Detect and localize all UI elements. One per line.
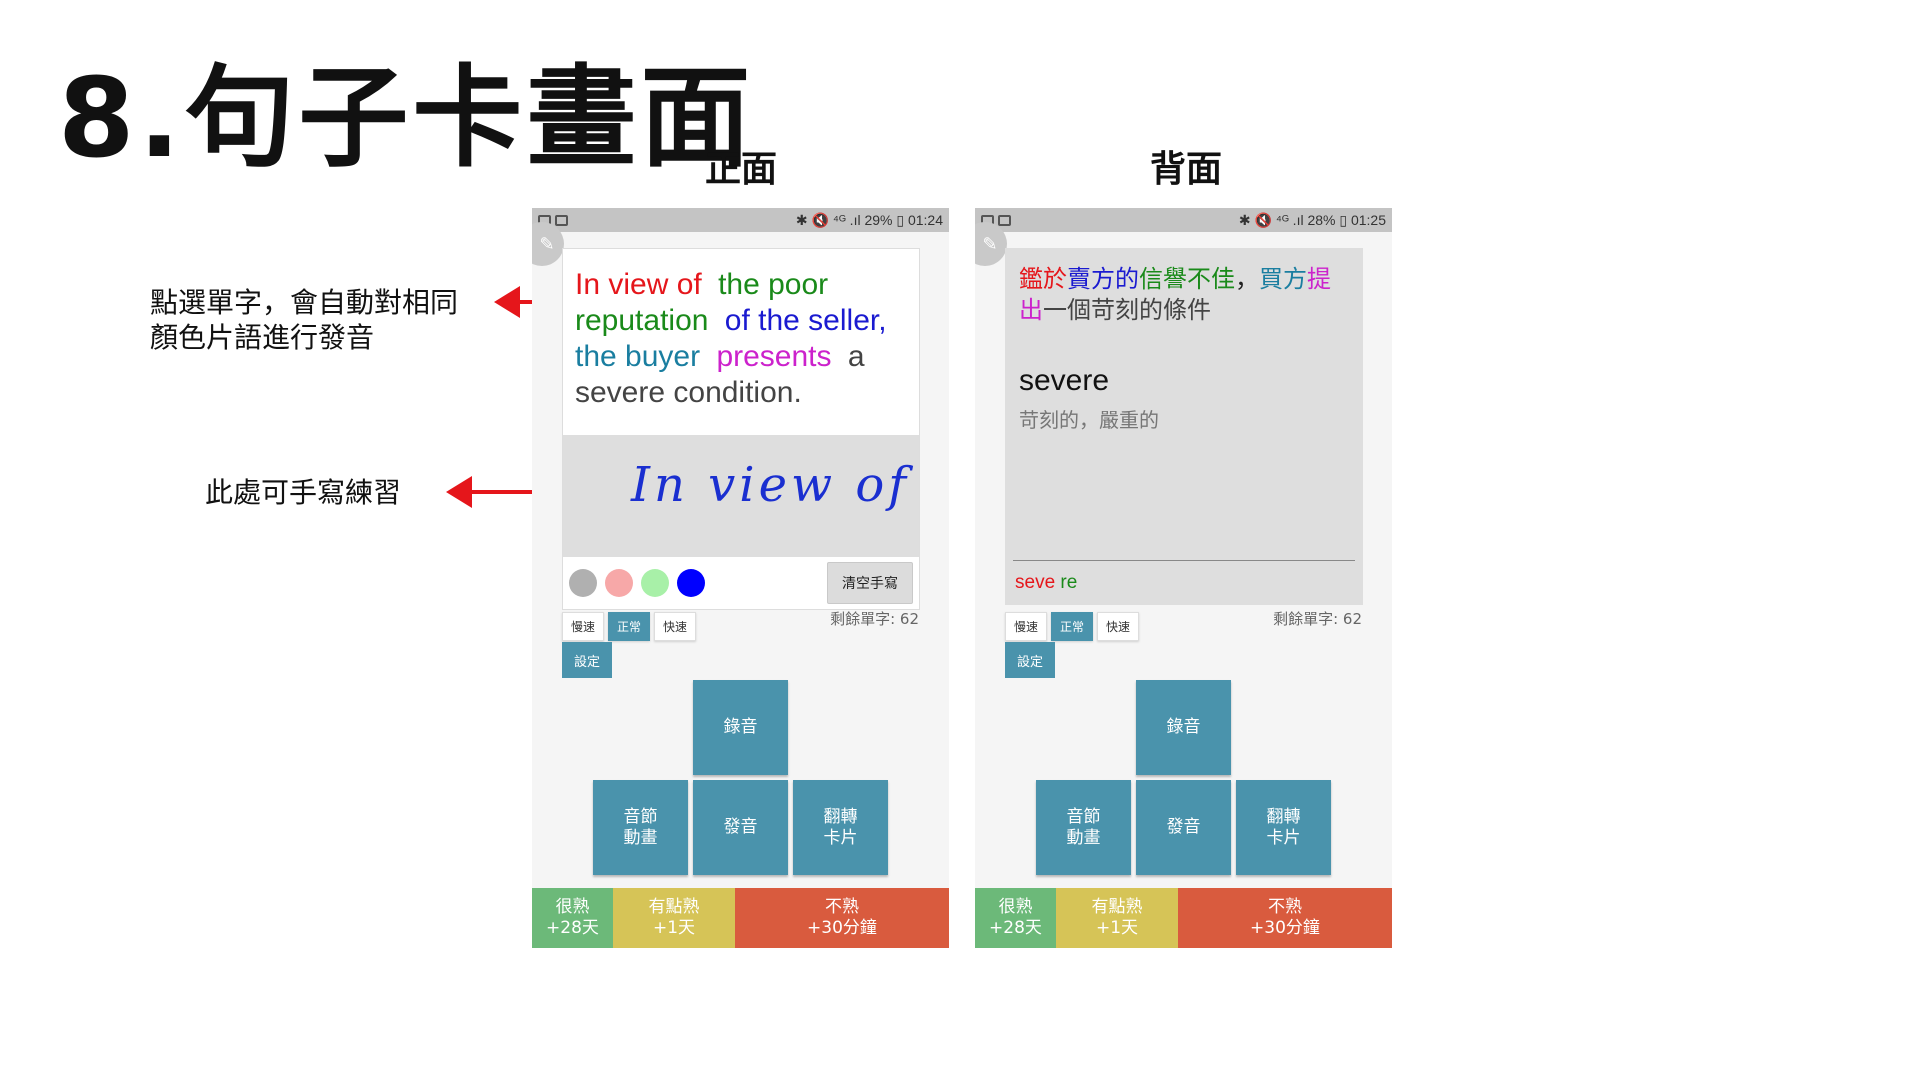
translation-part-0[interactable]: 鑑於 xyxy=(1019,265,1067,293)
grade-bar: 很熟 +28天 有點熟 +1天 不熟 +30分鐘 xyxy=(532,888,949,948)
phrase-2[interactable]: of the seller, xyxy=(725,304,887,337)
clear-handwriting-button[interactable]: 清空手寫 xyxy=(827,562,913,604)
pronounce-button[interactable]: 發音 xyxy=(693,780,788,875)
note-tap-word: 點選單字，會自動對相同 顏色片語進行發音 xyxy=(150,286,459,354)
speed-fast-button[interactable]: 快速 xyxy=(1097,612,1140,641)
translation-part-4[interactable]: 買方 xyxy=(1259,265,1307,293)
phone-front: ✱ 🔇 ⁴ᴳ .ıl 29% ▯ 01:24 ✎ In view of the … xyxy=(532,208,949,948)
phrase-4[interactable]: presents xyxy=(716,340,831,373)
settings-button[interactable]: 設定 xyxy=(562,642,612,678)
speed-normal-button[interactable]: 正常 xyxy=(1051,612,1094,641)
translation-text[interactable]: 鑑於賣方的信譽不佳，買方提出一個苛刻的條件 xyxy=(1005,248,1363,326)
syllable-animation-button[interactable]: 音節 動畫 xyxy=(1036,780,1131,875)
translation-part-6[interactable]: 一個苛刻的條件 xyxy=(1043,296,1211,324)
note-handwrite: 此處可手寫練習 xyxy=(205,476,402,509)
record-button[interactable]: 錄音 xyxy=(1136,680,1231,775)
status-right: ✱ 🔇 ⁴ᴳ .ıl 29% ▯ 01:24 xyxy=(795,211,943,228)
speed-normal-button[interactable]: 正常 xyxy=(608,612,651,641)
translation-part-3[interactable]: ， xyxy=(1235,265,1259,293)
pen-color-0[interactable] xyxy=(569,569,597,597)
vocab-word: severe xyxy=(1019,364,1110,397)
phone-back: ✱ 🔇 ⁴ᴳ .ıl 28% ▯ 01:25 ✎ 鑑於賣方的信譽不佳，買方提出一… xyxy=(975,208,1392,948)
speed-slow-button[interactable]: 慢速 xyxy=(562,612,605,641)
syllable-1: re xyxy=(1060,572,1078,593)
settings-button[interactable]: 設定 xyxy=(1005,642,1055,678)
status-bar: ✱ 🔇 ⁴ᴳ .ıl 28% ▯ 01:25 xyxy=(975,208,1392,232)
translation-part-1[interactable]: 賣方的 xyxy=(1067,265,1139,293)
sentence-text[interactable]: In view of the poor reputation of the se… xyxy=(563,249,919,435)
translation-part-2[interactable]: 信譽不佳 xyxy=(1139,265,1235,293)
grade-medium-button[interactable]: 有點熟 +1天 xyxy=(613,888,735,948)
status-right: ✱ 🔇 ⁴ᴳ .ıl 28% ▯ 01:25 xyxy=(1238,211,1386,228)
phrase-0[interactable]: In view of xyxy=(575,268,702,301)
back-label: 背面 xyxy=(1150,148,1223,190)
syllables: seve re xyxy=(1015,572,1077,594)
front-label: 正面 xyxy=(705,148,778,190)
grade-medium-button[interactable]: 有點熟 +1天 xyxy=(1056,888,1178,948)
speed-row: 慢速 正常 快速 xyxy=(1005,612,1140,641)
sentence-card: In view of the poor reputation of the se… xyxy=(562,248,920,610)
status-bar: ✱ 🔇 ⁴ᴳ .ıl 29% ▯ 01:24 xyxy=(532,208,949,232)
pen-color-2[interactable] xyxy=(641,569,669,597)
slide-title: 8.句子卡畫面 xyxy=(58,54,755,182)
speed-slow-button[interactable]: 慢速 xyxy=(1005,612,1048,641)
remaining-count: 剩餘單字: 62 xyxy=(830,610,919,628)
handwriting-stroke: In view of xyxy=(631,457,911,513)
syllable-0: seve xyxy=(1015,572,1061,593)
vocab-meaning: 苛刻的，嚴重的 xyxy=(1019,408,1159,432)
grade-hard-button[interactable]: 不熟 +30分鐘 xyxy=(735,888,949,948)
slide: 8.句子卡畫面 正面 背面 點選單字，會自動對相同 顏色片語進行發音 此處可手寫… xyxy=(0,0,1920,1080)
remaining-count: 剩餘單字: 62 xyxy=(1273,610,1362,628)
pen-color-1[interactable] xyxy=(605,569,633,597)
pen-toolbar: 清空手寫 xyxy=(563,557,919,609)
record-button[interactable]: 錄音 xyxy=(693,680,788,775)
grade-easy-button[interactable]: 很熟 +28天 xyxy=(532,888,613,948)
pen-color-3[interactable] xyxy=(677,569,705,597)
grade-easy-button[interactable]: 很熟 +28天 xyxy=(975,888,1056,948)
phrase-3[interactable]: the buyer xyxy=(575,340,700,373)
speed-row: 慢速 正常 快速 xyxy=(562,612,697,641)
flip-card-button[interactable]: 翻轉 卡片 xyxy=(793,780,888,875)
syllable-animation-button[interactable]: 音節 動畫 xyxy=(593,780,688,875)
pronounce-button[interactable]: 發音 xyxy=(1136,780,1231,875)
wifi-icon xyxy=(998,214,1011,226)
grade-hard-button[interactable]: 不熟 +30分鐘 xyxy=(1178,888,1392,948)
handwriting-canvas[interactable]: In view of xyxy=(563,435,919,557)
answer-card: 鑑於賣方的信譽不佳，買方提出一個苛刻的條件 severe 苛刻的，嚴重的 sev… xyxy=(1005,248,1363,605)
divider xyxy=(1013,560,1355,561)
flip-card-button[interactable]: 翻轉 卡片 xyxy=(1236,780,1331,875)
speed-fast-button[interactable]: 快速 xyxy=(654,612,697,641)
grade-bar: 很熟 +28天 有點熟 +1天 不熟 +30分鐘 xyxy=(975,888,1392,948)
wifi-icon xyxy=(555,214,568,226)
